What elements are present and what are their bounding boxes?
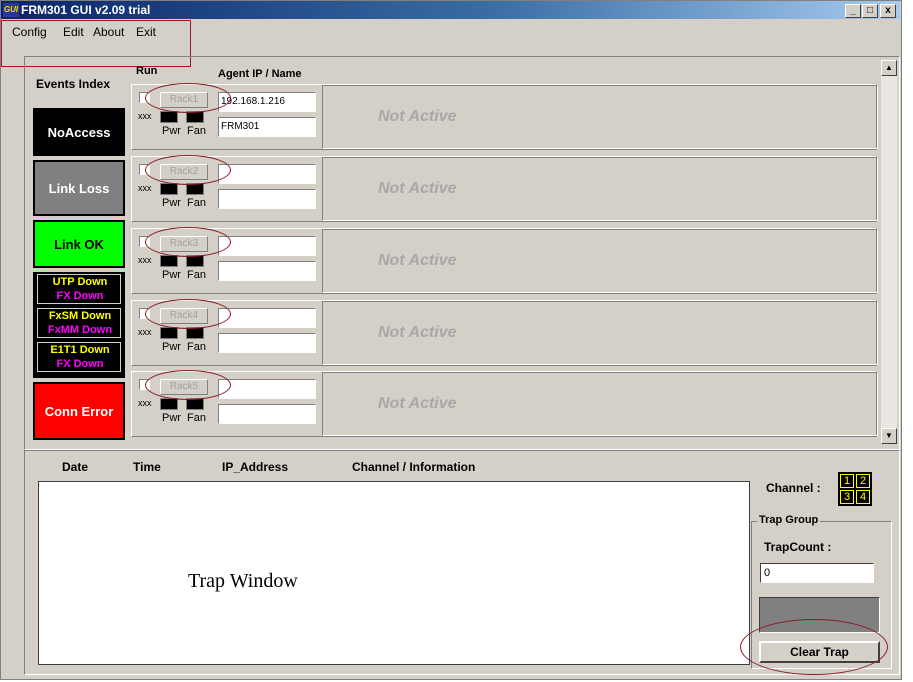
scroll-up-button[interactable]: ▲ [881, 60, 897, 76]
rack-row: Rack1 xxx Pwr Fan 192.168.1.216 FRM301 N… [131, 83, 878, 150]
pwr-label: Pwr [162, 412, 181, 424]
minimize-button[interactable]: _ [845, 4, 861, 18]
legend-port-down-line: FX Down [56, 290, 104, 302]
xxx-label: xxx [138, 183, 152, 193]
agent-name-field[interactable] [218, 189, 316, 209]
events-index-header: Events Index [36, 77, 111, 91]
scroll-down-button[interactable]: ▼ [881, 428, 897, 444]
ip-column-header: IP_Address [222, 460, 289, 474]
legend-port-down-line: E1T1 Down [50, 344, 110, 356]
legend-port-down-line: FxSM Down [48, 310, 112, 322]
rack-status: Not Active [378, 180, 457, 197]
agent-ip-field[interactable]: 192.168.1.216 [218, 92, 316, 112]
channel-grid: 1 2 3 4 [838, 472, 872, 506]
agent-ip-field[interactable] [218, 308, 316, 328]
legend-port-down-item: FxSM Down FxMM Down [37, 308, 121, 338]
fan-label: Fan [187, 341, 206, 353]
info-column-header: Channel / Information [352, 460, 476, 474]
rack-status: Not Active [378, 395, 457, 412]
legend-port-down-group: UTP Down FX Down FxSM Down FxMM Down E1T1 Do… [33, 272, 125, 378]
rack-button-annotation-ellipse [145, 227, 231, 257]
trap-window-label: Trap Window [188, 570, 298, 592]
legend-port-down-item: UTP Down FX Down [37, 274, 121, 304]
window-title: FRM301 GUI v2.09 trial [21, 3, 151, 17]
xxx-label: xxx [138, 111, 152, 121]
rack-row: Rack4 xxx Pwr Fan Not Active [131, 299, 878, 366]
legend-linkloss: Link Loss [33, 160, 125, 216]
xxx-label: xxx [138, 398, 152, 408]
pwr-label: Pwr [162, 341, 181, 353]
legend-noaccess: NoAccess [33, 108, 125, 156]
fan-label: Fan [187, 125, 206, 137]
trap-count-field[interactable]: 0 [760, 563, 874, 583]
rack-status-area: Not Active [322, 85, 878, 149]
legend-linkok: Link OK [33, 220, 125, 268]
run-column-header: Run [136, 65, 158, 77]
fan-label: Fan [187, 197, 206, 209]
xxx-label: xxx [138, 327, 152, 337]
rack-row: Rack3 xxx Pwr Fan Not Active [131, 227, 878, 294]
agent-name-field[interactable]: FRM301 [218, 117, 316, 137]
agent-name-field[interactable] [218, 404, 316, 424]
rack-button-annotation-ellipse [145, 299, 231, 329]
maximize-button[interactable]: □ [862, 4, 878, 18]
pwr-indicator [160, 183, 178, 195]
pwr-label: Pwr [162, 125, 181, 137]
rack-status: Not Active [378, 324, 457, 341]
rack-status: Not Active [378, 252, 457, 269]
rack-status-area: Not Active [322, 372, 878, 436]
pwr-indicator [160, 398, 178, 410]
rack-status-area: Not Active [322, 301, 878, 365]
close-button[interactable]: x [880, 4, 896, 18]
rack-button-annotation-ellipse [145, 83, 231, 113]
agent-ip-field[interactable] [218, 379, 316, 399]
trap-group-title: Trap Group [757, 514, 821, 526]
rack-status-area: Not Active [322, 229, 878, 293]
rack-button-annotation-ellipse [145, 155, 231, 185]
channel-3[interactable]: 3 [840, 490, 854, 504]
agent-name-field[interactable] [218, 261, 316, 281]
channel-2[interactable]: 2 [856, 474, 870, 488]
legend-port-down-line: FX Down [56, 358, 104, 370]
channel-label: Channel : [766, 481, 821, 495]
legend-port-down-line: UTP Down [52, 276, 108, 288]
pwr-indicator [160, 111, 178, 123]
fan-label: Fan [187, 269, 206, 281]
app-icon: GUI [3, 3, 19, 17]
legend-port-down-item: E1T1 Down FX Down [37, 342, 121, 372]
rack-row: Rack5 xxx Pwr Fan Not Active [131, 370, 878, 437]
time-column-header: Time [133, 460, 161, 474]
pwr-indicator [160, 255, 178, 267]
rack-button-annotation-ellipse [145, 370, 231, 400]
legend-port-down-line: FxMM Down [47, 324, 113, 336]
legend-connerror: Conn Error [33, 382, 125, 440]
xxx-label: xxx [138, 255, 152, 265]
title-bar[interactable]: GUI FRM301 GUI v2.09 trial _ □ x [1, 1, 900, 19]
pwr-label: Pwr [162, 197, 181, 209]
date-column-header: Date [62, 460, 89, 474]
agent-ip-field[interactable] [218, 164, 316, 184]
rack-scrollbar[interactable]: ▲ ▼ [881, 60, 897, 444]
rack-row: Rack2 xxx Pwr Fan Not Active [131, 155, 878, 222]
channel-4[interactable]: 4 [856, 490, 870, 504]
trap-count-label: TrapCount : [764, 540, 832, 554]
pwr-label: Pwr [162, 269, 181, 281]
agent-name-field[interactable] [218, 333, 316, 353]
trap-window[interactable] [38, 481, 750, 665]
channel-1[interactable]: 1 [840, 474, 854, 488]
clear-trap-annotation-ellipse [740, 619, 888, 675]
agent-column-header: Agent IP / Name [218, 68, 302, 80]
rack-status-area: Not Active [322, 157, 878, 221]
agent-ip-field[interactable] [218, 236, 316, 256]
rack-status: Not Active [378, 108, 457, 125]
fan-label: Fan [187, 412, 206, 424]
pwr-indicator [160, 327, 178, 339]
